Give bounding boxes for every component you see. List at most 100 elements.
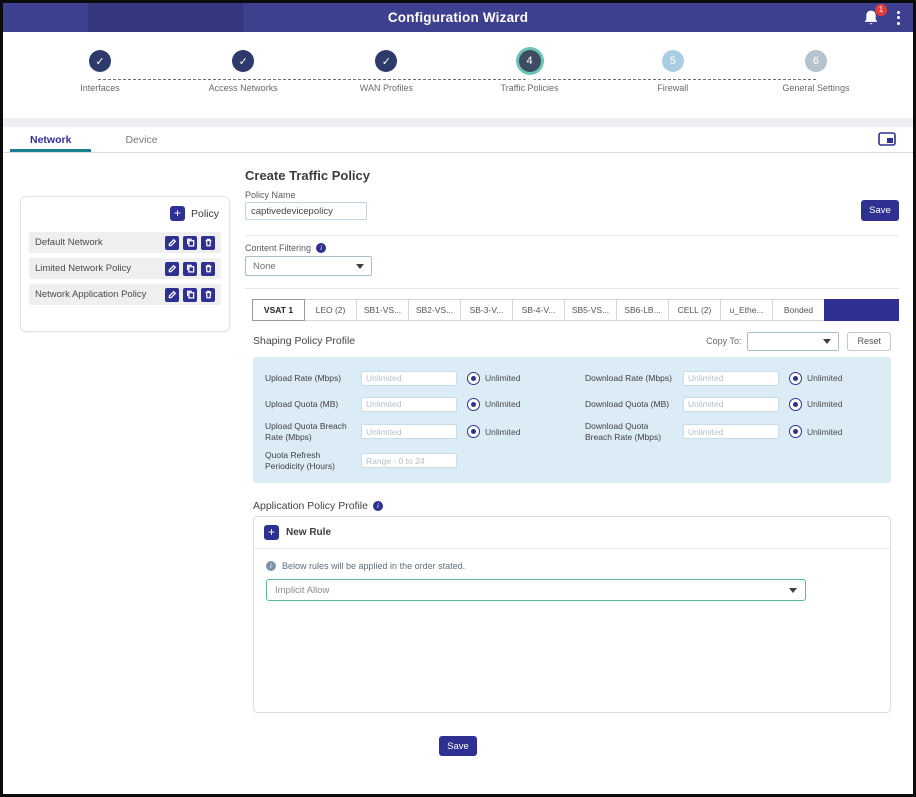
divider bbox=[245, 235, 899, 236]
field-label: Upload Quota (MB) bbox=[265, 399, 351, 410]
content-area: + Policy Default Network Limited Network… bbox=[3, 154, 913, 794]
create-policy-panel: Create Traffic Policy Policy Name Save C… bbox=[245, 154, 899, 794]
new-rule-button[interactable]: + New Rule bbox=[254, 517, 890, 549]
download-quota-input[interactable] bbox=[683, 397, 779, 412]
upload-breach-unlimited-radio[interactable]: Unlimited bbox=[467, 425, 557, 438]
field-label: Quota Refresh Periodicity (Hours) bbox=[265, 450, 351, 471]
edit-icon[interactable] bbox=[165, 236, 179, 250]
rule-select[interactable]: Implicit Allow bbox=[266, 579, 806, 601]
step-label: WAN Profiles bbox=[360, 83, 413, 93]
wan-tab-strip: VSAT 1 LEO (2) SB1-VS... SB2-VS... SB-3-… bbox=[253, 299, 899, 321]
notification-badge: 1 bbox=[875, 4, 887, 16]
wan-tab-sb1[interactable]: SB1-VS... bbox=[356, 299, 409, 321]
content-filtering-value: None bbox=[253, 261, 276, 272]
policy-name-input[interactable] bbox=[245, 202, 367, 220]
divider bbox=[245, 288, 899, 289]
check-icon: ✓ bbox=[375, 50, 397, 72]
policy-name: Limited Network Policy bbox=[35, 263, 161, 274]
chevron-down-icon bbox=[356, 264, 364, 269]
check-icon: ✓ bbox=[232, 50, 254, 72]
app-window: Configuration Wizard 1 ✓ Interfaces ✓ Ac… bbox=[0, 0, 916, 797]
delete-icon[interactable] bbox=[201, 288, 215, 302]
field-label: Download Rate (Mbps) bbox=[585, 373, 673, 384]
step-interfaces[interactable]: ✓ Interfaces bbox=[44, 50, 156, 118]
step-number: 4 bbox=[519, 50, 541, 72]
reset-button[interactable]: Reset bbox=[847, 332, 891, 351]
wizard-stepper: ✓ Interfaces ✓ Access Networks ✓ WAN Pro… bbox=[3, 32, 913, 118]
shaping-row: Upload Quota Breach Rate (Mbps) Unlimite… bbox=[265, 417, 879, 446]
wan-tab-bonded[interactable]: Bonded bbox=[772, 299, 825, 321]
wan-tab-sb6[interactable]: SB6-LB... bbox=[616, 299, 669, 321]
open-panel-icon[interactable] bbox=[878, 132, 896, 147]
kebab-menu-icon[interactable] bbox=[894, 8, 903, 28]
step-wan-profiles[interactable]: ✓ WAN Profiles bbox=[330, 50, 442, 118]
download-quota-unlimited-radio[interactable]: Unlimited bbox=[789, 398, 879, 411]
delete-icon[interactable] bbox=[201, 236, 215, 250]
copy-icon[interactable] bbox=[183, 262, 197, 276]
step-traffic-policies[interactable]: 4 Traffic Policies bbox=[474, 50, 586, 118]
info-icon: i bbox=[373, 501, 383, 511]
download-rate-unlimited-radio[interactable]: Unlimited bbox=[789, 372, 879, 385]
upload-rate-unlimited-radio[interactable]: Unlimited bbox=[467, 372, 557, 385]
notification-bell-icon[interactable]: 1 bbox=[863, 9, 879, 27]
content-filtering-label: Content Filtering i bbox=[245, 243, 326, 253]
add-policy-button[interactable]: + Policy bbox=[21, 197, 229, 227]
wan-tab-sb3[interactable]: SB-3-V... bbox=[460, 299, 513, 321]
step-number: 6 bbox=[805, 50, 827, 72]
shaping-row: Upload Quota (MB) Unlimited Download Quo… bbox=[265, 391, 879, 417]
tab-device[interactable]: Device bbox=[98, 127, 184, 152]
shaping-header: Shaping Policy Profile Copy To: Reset bbox=[253, 330, 891, 352]
copy-icon[interactable] bbox=[183, 236, 197, 250]
list-item[interactable]: Default Network bbox=[29, 232, 221, 253]
info-icon: i bbox=[316, 243, 326, 253]
save-policy-button[interactable]: Save bbox=[861, 200, 899, 221]
step-label: Firewall bbox=[657, 83, 688, 93]
edit-icon[interactable] bbox=[165, 288, 179, 302]
wan-tab-leo[interactable]: LEO (2) bbox=[304, 299, 357, 321]
panel-title: Create Traffic Policy bbox=[245, 168, 370, 183]
field-label: Download Quota Breach Rate (Mbps) bbox=[585, 421, 673, 442]
wan-tab-sb5[interactable]: SB5-VS... bbox=[564, 299, 617, 321]
check-icon: ✓ bbox=[89, 50, 111, 72]
save-all-button[interactable]: Save bbox=[439, 736, 477, 756]
download-breach-rate-input[interactable] bbox=[683, 424, 779, 439]
tab-network[interactable]: Network bbox=[3, 127, 98, 152]
quota-refresh-input[interactable] bbox=[361, 453, 457, 468]
plus-icon: + bbox=[264, 525, 279, 540]
download-rate-input[interactable] bbox=[683, 371, 779, 386]
page-title: Configuration Wizard bbox=[388, 10, 528, 25]
list-item[interactable]: Network Application Policy bbox=[29, 284, 221, 305]
step-label: Access Networks bbox=[209, 83, 278, 93]
policy-name: Default Network bbox=[35, 237, 161, 248]
wan-tab-sb2[interactable]: SB2-VS... bbox=[408, 299, 461, 321]
wan-tab-cell[interactable]: CELL (2) bbox=[668, 299, 721, 321]
scope-tabs: Network Device bbox=[3, 127, 913, 153]
step-label: General Settings bbox=[782, 83, 849, 93]
step-general-settings[interactable]: 6 General Settings bbox=[760, 50, 872, 118]
field-label: Upload Rate (Mbps) bbox=[265, 373, 351, 384]
copy-to-select[interactable] bbox=[747, 332, 839, 351]
new-rule-label: New Rule bbox=[286, 527, 331, 538]
wan-tab-sb4[interactable]: SB-4-V... bbox=[512, 299, 565, 321]
wan-tab-overflow[interactable] bbox=[824, 299, 899, 321]
wan-tab-ethernet[interactable]: u_Ethe... bbox=[720, 299, 773, 321]
top-bar: Configuration Wizard 1 bbox=[3, 3, 913, 32]
upload-quota-input[interactable] bbox=[361, 397, 457, 412]
step-access-networks[interactable]: ✓ Access Networks bbox=[187, 50, 299, 118]
wan-tab-vsat1[interactable]: VSAT 1 bbox=[252, 299, 305, 321]
list-item[interactable]: Limited Network Policy bbox=[29, 258, 221, 279]
step-firewall[interactable]: 5 Firewall bbox=[617, 50, 729, 118]
upload-breach-rate-input[interactable] bbox=[361, 424, 457, 439]
policy-list-card: + Policy Default Network Limited Network… bbox=[20, 196, 230, 332]
chevron-down-icon bbox=[789, 588, 797, 593]
shaping-title: Shaping Policy Profile bbox=[253, 335, 355, 347]
policy-name-label: Policy Name bbox=[245, 190, 296, 200]
download-breach-unlimited-radio[interactable]: Unlimited bbox=[789, 425, 879, 438]
copy-icon[interactable] bbox=[183, 288, 197, 302]
content-filtering-select[interactable]: None bbox=[245, 256, 372, 276]
edit-icon[interactable] bbox=[165, 262, 179, 276]
upload-quota-unlimited-radio[interactable]: Unlimited bbox=[467, 398, 557, 411]
upload-rate-input[interactable] bbox=[361, 371, 457, 386]
delete-icon[interactable] bbox=[201, 262, 215, 276]
rule-card: + New Rule i Below rules will be applied… bbox=[253, 516, 891, 713]
